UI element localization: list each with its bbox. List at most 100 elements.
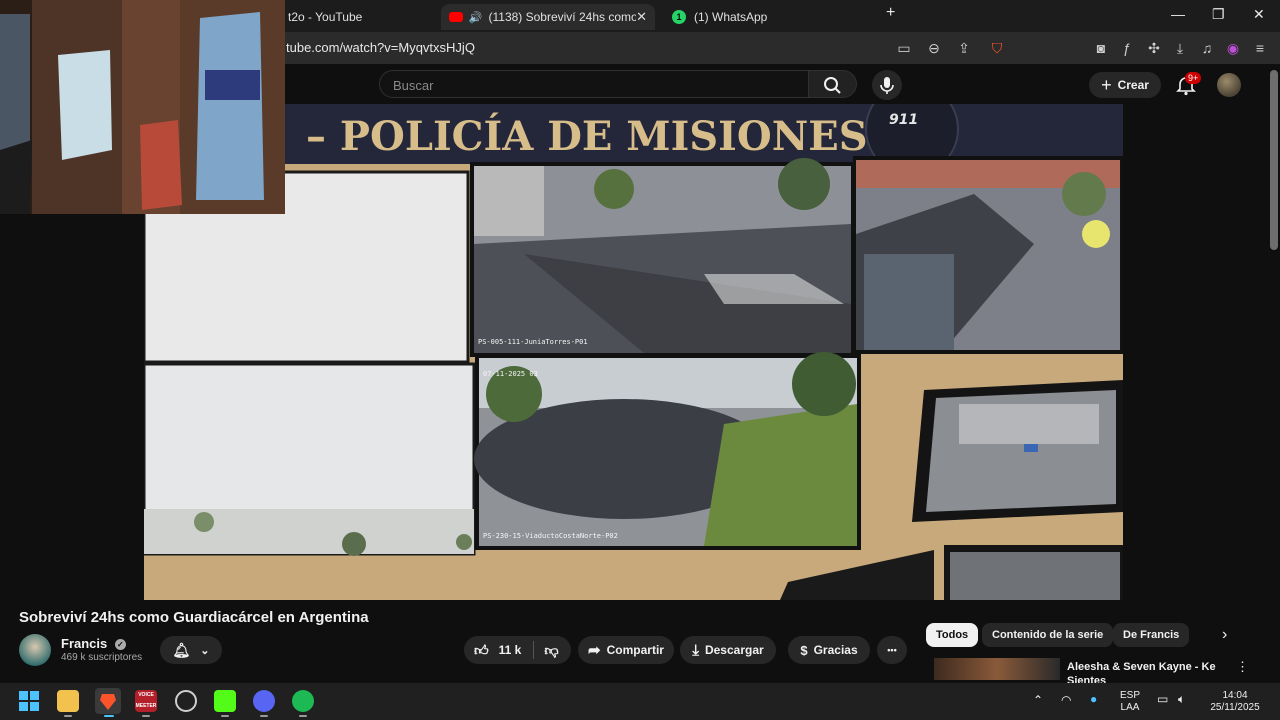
search-button[interactable] [809, 70, 857, 98]
chevron-down-icon: ⌄ [200, 644, 210, 657]
active-indicator [104, 715, 114, 717]
running-indicator [142, 715, 150, 717]
whatsapp-icon: 1 [672, 10, 686, 24]
thumbs-down-icon[interactable]: 👎︎ [544, 642, 558, 659]
super-thanks-icon: $ [800, 642, 808, 658]
notifications-badge: 9+ [1185, 72, 1202, 84]
clock-date: 25/11/2025 [1210, 702, 1260, 713]
chevron-right-icon[interactable]: › [1222, 626, 1227, 644]
microphone-icon [880, 77, 894, 94]
menu-icon[interactable]: ≡ [1251, 39, 1269, 57]
running-indicator [299, 715, 307, 717]
video-title: Sobreviví 24hs como Guardiacárcel en Arg… [19, 609, 369, 626]
create-label: Crear [1117, 78, 1149, 92]
tab-active-video[interactable]: 🔊 (1138) Sobreviví 24hs como G ✕ [441, 4, 655, 30]
subscriber-count: 469 k suscriptores [61, 652, 143, 663]
create-button[interactable]: + Crear [1089, 72, 1161, 98]
bell-icon: 🔔︎ [172, 641, 191, 658]
video-player[interactable]: – POLICÍA DE MISIONES 911 PS-005-111-Jun… [144, 104, 1123, 600]
spotify-icon[interactable] [292, 690, 314, 712]
like-dislike-group: 👍︎ 11 k 👎︎ [464, 636, 571, 664]
tab-label: (1) WhatsApp [694, 10, 768, 24]
voice-search-button[interactable] [872, 70, 902, 100]
tab-whatsapp[interactable]: 1 (1) WhatsApp [664, 4, 854, 30]
chip-series[interactable]: Contenido de la serie [982, 623, 1114, 647]
clock[interactable]: 14:04 25/11/2025 [1204, 690, 1266, 714]
cast-icon[interactable]: ▭ [895, 39, 913, 57]
share-label: Compartir [606, 643, 664, 657]
language-code: ESP [1119, 690, 1140, 701]
extension-2-icon[interactable]: ƒ [1118, 39, 1136, 57]
leo-ai-icon[interactable]: ◉ [1224, 39, 1242, 57]
share-button[interactable]: ➦ Compartir [578, 636, 674, 664]
video-frame: – POLICÍA DE MISIONES 911 PS-005-111-Jun… [144, 104, 1123, 600]
microphone-tray-icon[interactable]: ● [1090, 693, 1097, 705]
speaker-icon[interactable]: 🔊 [469, 11, 483, 24]
discord-icon[interactable] [253, 690, 275, 712]
tab-label: t2o - YouTube [288, 10, 363, 24]
download-label: Descargar [704, 643, 764, 657]
voicemeeter-icon[interactable]: VOICE MEETER [135, 690, 157, 712]
webcam-overlay [0, 0, 285, 214]
tab-label: (1138) Sobreviví 24hs como G [488, 10, 637, 24]
extensions-puzzle-icon[interactable]: ✣ [1145, 39, 1163, 57]
share-icon[interactable]: ⇪ [955, 39, 973, 57]
verified-icon: ✓ [114, 639, 126, 651]
cam-label-3: PS-230-15-ViaductoCostaNorte-P02 [483, 532, 618, 540]
close-window-button[interactable]: ✕ [1253, 6, 1265, 23]
channel-name[interactable]: Francis ✓ [61, 636, 126, 651]
cam-label-2: 07-11-2025 03 [483, 370, 538, 378]
more-actions-button[interactable]: ••• [877, 636, 907, 664]
treeline [144, 509, 474, 554]
plus-icon: + [1101, 74, 1112, 95]
download-icon[interactable]: ⤓ [1171, 39, 1189, 57]
minimize-button[interactable]: — [1171, 6, 1185, 22]
brave-shields-icon[interactable]: ⛉ [988, 39, 1006, 57]
more-vert-icon[interactable]: ⋮ [1236, 659, 1249, 675]
share-arrow-icon: ➦ [588, 642, 601, 659]
sign-text: – POLICÍA DE MISIONES [306, 113, 868, 160]
running-indicator [64, 715, 72, 717]
restore-button[interactable]: ❐ [1212, 6, 1225, 23]
keyboard-layout: LAA [1120, 702, 1140, 713]
file-explorer-icon[interactable] [57, 690, 79, 712]
thanks-button[interactable]: $ Gracias [788, 636, 870, 664]
network-icon[interactable]: ▭ [1157, 693, 1168, 705]
suggested-video-thumbnail[interactable] [934, 658, 1060, 680]
page-scrollbar[interactable] [1270, 70, 1278, 250]
channel-name-text: Francis [61, 636, 108, 651]
whatsapp-count: 1 [676, 12, 682, 22]
clock-time: 14:04 [1222, 690, 1248, 701]
brave-browser-icon[interactable] [95, 688, 121, 714]
url-field[interactable]: tube.com/watch?v=MyqvtxsHJjQ [286, 40, 475, 55]
search-icon [824, 77, 841, 94]
cam-label-1: PS-005-111-JuniaTorres-P01 [478, 338, 588, 346]
headset-icon[interactable]: ◠ [1061, 694, 1071, 706]
like-count[interactable]: 11 k [499, 643, 522, 657]
music-icon[interactable]: ♫ [1198, 39, 1216, 57]
tab-youtube-t2o[interactable]: t2o - YouTube [280, 4, 430, 30]
zoom-out-icon[interactable]: ⊖ [925, 39, 943, 57]
kick-icon[interactable] [214, 690, 236, 712]
windows-start-icon[interactable] [18, 690, 40, 712]
volume-icon[interactable]: 🔈︎ [1178, 693, 1185, 705]
extension-1-icon[interactable]: ◙ [1092, 39, 1110, 57]
steam-icon[interactable] [175, 690, 197, 712]
thumbs-up-icon[interactable]: 👍︎ [474, 642, 489, 659]
new-tab-button[interactable]: + [886, 4, 895, 22]
running-indicator [260, 715, 268, 717]
close-tab-icon[interactable]: ✕ [636, 9, 647, 25]
notifications-subscribe-button[interactable]: 🔔︎ ⌄ [160, 636, 222, 664]
show-hidden-icons-chevron-up-icon[interactable]: ⌃ [1033, 694, 1043, 706]
chip-de-francis[interactable]: De Francis [1113, 623, 1190, 647]
divider [533, 641, 535, 659]
search-input[interactable] [380, 71, 795, 99]
account-avatar[interactable] [1217, 73, 1241, 97]
emblem-text: 911 [889, 112, 918, 128]
chip-todos[interactable]: Todos [926, 623, 979, 647]
search-box [379, 70, 809, 99]
thanks-label: Gracias [813, 643, 858, 657]
download-button[interactable]: ⤓ Descargar [680, 636, 776, 664]
language-indicator[interactable]: ESP LAA [1118, 690, 1142, 714]
channel-avatar[interactable] [19, 634, 51, 666]
